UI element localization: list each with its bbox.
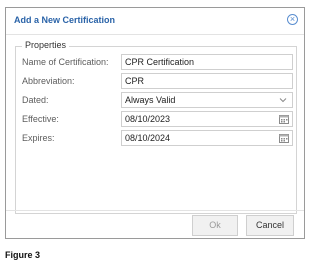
effective-date-value: 08/10/2023 — [125, 114, 171, 124]
dated-value: Always Valid — [125, 95, 176, 105]
dated-select[interactable]: Always Valid — [121, 92, 293, 108]
ok-button[interactable]: Ok — [192, 215, 238, 236]
name-row: Name of Certification: CPR Certification — [16, 54, 298, 70]
effective-date-input[interactable]: 08/10/2023 — [121, 111, 293, 127]
abbreviation-label: Abbreviation: — [22, 76, 75, 86]
add-certification-dialog: Add a New Certification × Properties Nam… — [5, 7, 305, 239]
effective-row: Effective: 08/10/2023 — [16, 111, 298, 127]
dialog-title: Add a New Certification — [14, 15, 116, 25]
dated-label: Dated: — [22, 95, 49, 105]
dialog-titlebar: Add a New Certification × — [6, 8, 304, 35]
figure-caption: Figure 3 — [5, 250, 41, 260]
expires-label: Expires: — [22, 133, 55, 143]
chevron-down-icon[interactable] — [279, 96, 287, 104]
calendar-icon[interactable] — [279, 133, 289, 143]
properties-legend: Properties — [22, 40, 70, 50]
name-label: Name of Certification: — [22, 57, 109, 67]
cancel-button[interactable]: Cancel — [246, 215, 294, 236]
name-of-certification-input[interactable]: CPR Certification — [121, 54, 293, 70]
expires-date-input[interactable]: 08/10/2024 — [121, 130, 293, 146]
abbreviation-input[interactable]: CPR — [121, 73, 293, 89]
calendar-icon[interactable] — [279, 114, 289, 124]
expires-row: Expires: 08/10/2024 — [16, 130, 298, 146]
close-icon[interactable]: × — [287, 14, 298, 25]
properties-fieldset: Properties Name of Certification: CPR Ce… — [15, 40, 298, 214]
abbreviation-row: Abbreviation: CPR — [16, 73, 298, 89]
expires-date-value: 08/10/2024 — [125, 133, 171, 143]
effective-label: Effective: — [22, 114, 59, 124]
dated-row: Dated: Always Valid — [16, 92, 298, 108]
dialog-footer: Ok Cancel — [6, 210, 304, 241]
